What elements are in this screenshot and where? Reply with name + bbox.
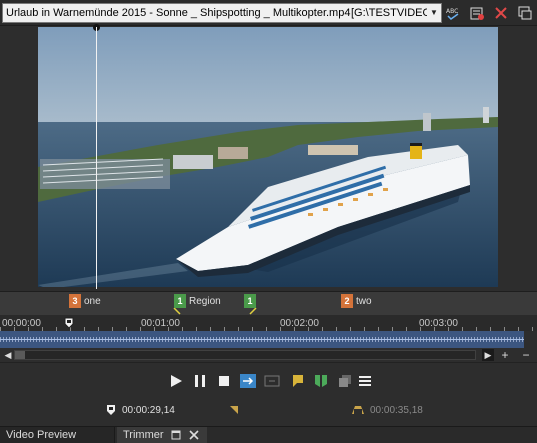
video-preview-frame[interactable] — [38, 27, 498, 287]
media-drive-path: [G:\TESTVIDEO — [351, 7, 432, 19]
snapshot-icon[interactable] — [337, 373, 353, 389]
bottom-tab-bar: Video Preview Trimmer — [0, 426, 537, 443]
float-window-icon[interactable] — [171, 430, 181, 440]
loop-icon[interactable] — [240, 373, 256, 389]
marker-number: 1 — [244, 294, 256, 308]
marker-label: two — [356, 295, 372, 307]
play-icon[interactable] — [168, 373, 184, 389]
marker-one[interactable]: 3 one — [69, 294, 101, 308]
marker-label: one — [84, 295, 101, 307]
add-region-icon[interactable] — [313, 373, 329, 389]
region-start-marker[interactable]: 1 Region — [174, 294, 221, 308]
tab-trimmer[interactable]: Trimmer — [117, 427, 207, 443]
spellcheck-icon[interactable]: ABC — [444, 4, 462, 22]
region-end-marker[interactable]: 1 — [244, 294, 259, 308]
out-point-timecode[interactable]: 00:00:35,18 — [370, 405, 423, 416]
add-marker-icon[interactable] — [290, 373, 306, 389]
in-point-timecode[interactable]: 00:00:29,14 — [122, 405, 175, 416]
in-point-pin-icon — [107, 405, 115, 415]
marker-two[interactable]: 2 two — [341, 294, 372, 308]
vertical-scrollbar[interactable] — [524, 331, 537, 348]
scroll-left-icon[interactable]: ◀ — [2, 349, 14, 361]
in-bracket-icon[interactable] — [229, 405, 239, 415]
marker-number: 3 — [69, 294, 81, 308]
media-file-dropdown[interactable]: Urlaub in Warnemünde 2015 - Sonne _ Ship… — [2, 3, 442, 23]
close-icon[interactable] — [189, 430, 199, 440]
audio-waveform-track[interactable] — [0, 331, 524, 348]
out-bracket-icon[interactable] — [351, 405, 365, 415]
scroll-thumb[interactable] — [15, 351, 25, 359]
menu-icon[interactable] — [357, 373, 373, 389]
marker-label: Region — [189, 295, 221, 307]
media-file-name: Urlaub in Warnemünde 2015 - Sonne _ Ship… — [6, 7, 351, 19]
tab-label: Video Preview — [6, 429, 77, 441]
playhead-line[interactable] — [96, 27, 97, 289]
cruise-ship-frame-image — [38, 27, 498, 287]
selection-icon[interactable] — [264, 373, 280, 389]
zoom-out-button[interactable]: − — [520, 349, 532, 361]
cursor-pin-icon[interactable] — [64, 317, 74, 329]
pause-icon[interactable] — [192, 373, 208, 389]
window-icon[interactable] — [516, 4, 534, 22]
top-toolbar: Urlaub in Warnemünde 2015 - Sonne _ Ship… — [0, 0, 537, 26]
tab-video-preview[interactable]: Video Preview — [0, 427, 115, 443]
marker-strip: 3 one 1 Region 1 2 two — [0, 291, 537, 315]
svg-text:ABC: ABC — [446, 8, 458, 15]
audio-centerline — [0, 339, 524, 340]
marker-number: 1 — [174, 294, 186, 308]
zoom-in-button[interactable]: + — [499, 349, 511, 361]
scroll-right-icon[interactable]: ▶ — [482, 349, 494, 361]
transport-controls: 00:00:29,14 00:00:35,18 — [0, 362, 537, 426]
delete-x-icon[interactable] — [492, 4, 510, 22]
horizontal-scrollbar: ◀ ▶ + − — [0, 348, 537, 362]
marker-number: 2 — [341, 294, 353, 308]
tab-label: Trimmer — [123, 429, 164, 441]
scroll-track[interactable] — [14, 350, 476, 360]
timeline-ruler[interactable]: 00:00:00 00:01:00 00:02:00 00:03:00 — [0, 315, 537, 331]
tag-icon[interactable] — [468, 4, 486, 22]
stop-icon[interactable] — [216, 373, 232, 389]
chevron-down-icon[interactable]: ▼ — [427, 4, 441, 22]
